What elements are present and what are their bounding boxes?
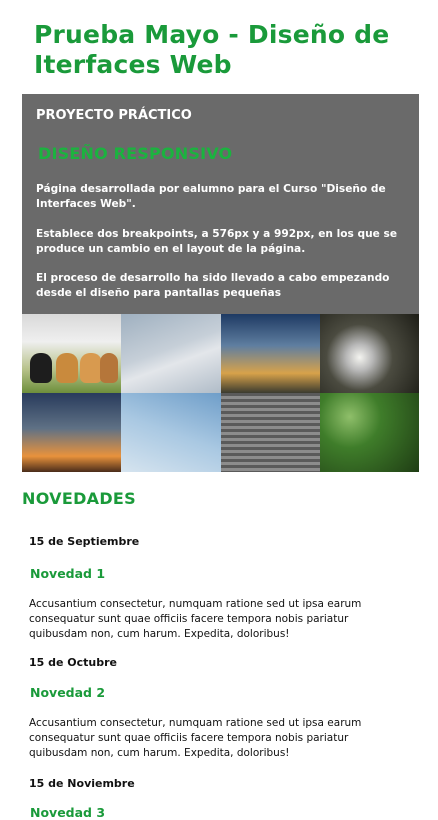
hero-paragraph-2: Establece dos breakpoints, a 576px y a 9… bbox=[36, 228, 397, 255]
cloudy-sky-photo bbox=[121, 314, 221, 393]
news-body-1: Accusantium consectetur, numquam ratione… bbox=[29, 598, 362, 640]
hero-paragraph-3: El proceso de desarrollo ha sido llevado… bbox=[36, 272, 390, 299]
news-date-1: 15 de Septiembre bbox=[29, 535, 140, 548]
news-title-3: Novedad 3 bbox=[30, 805, 106, 820]
news-section-title: NOVEDADES bbox=[22, 489, 136, 508]
dusk-sky-photo bbox=[220, 314, 320, 393]
hero-kicker: PROYECTO PRÁCTICO bbox=[36, 108, 192, 123]
tree-sunlight-photo bbox=[319, 314, 419, 393]
hero-subtitle: DISEÑO RESPONSIVO bbox=[38, 144, 233, 163]
news-title-1: Novedad 1 bbox=[30, 566, 106, 581]
kittens-photo bbox=[22, 314, 122, 393]
hero-paragraph-1: Página desarrollada por ealumno para el … bbox=[36, 183, 386, 210]
blue-sky-contrails-photo bbox=[121, 393, 221, 472]
sunset-horizon-photo bbox=[22, 393, 122, 472]
image-gallery bbox=[22, 314, 419, 472]
hero-panel: PROYECTO PRÁCTICO DISEÑO RESPONSIVO Pági… bbox=[22, 94, 419, 314]
green-foliage-photo bbox=[319, 393, 419, 472]
news-body-2: Accusantium consectetur, numquam ratione… bbox=[29, 717, 362, 759]
news-title-2: Novedad 2 bbox=[30, 685, 106, 700]
news-date-3: 15 de Noviembre bbox=[29, 777, 135, 790]
news-date-2: 15 de Octubre bbox=[29, 656, 118, 669]
stone-stairs-photo bbox=[220, 393, 320, 472]
page-title: Prueba Mayo - Diseño de Iterfaces Web bbox=[34, 20, 390, 79]
